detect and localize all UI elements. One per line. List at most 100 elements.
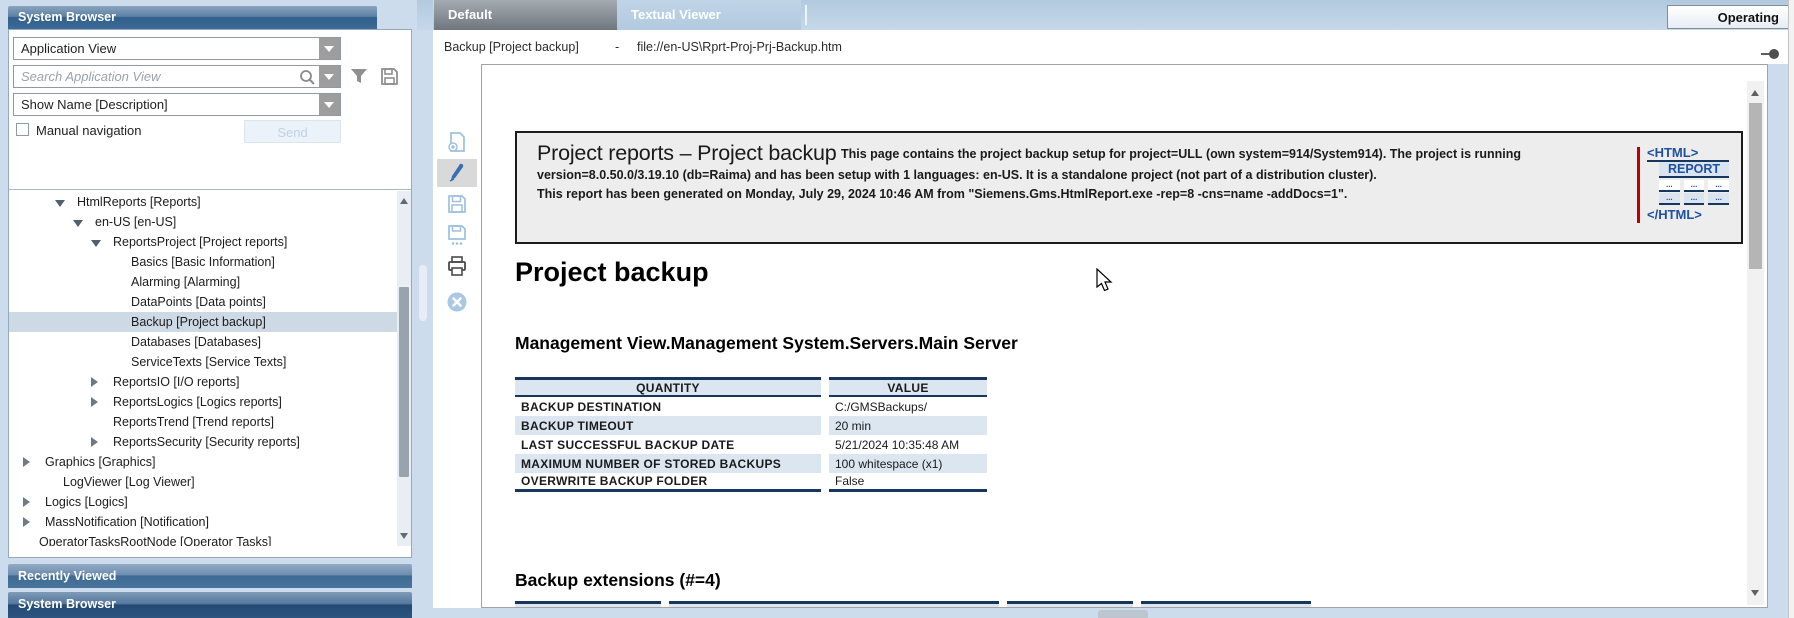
expand-arrow-icon[interactable] xyxy=(23,497,35,507)
scroll-down-icon[interactable] xyxy=(1751,590,1759,600)
tree-item[interactable]: ServiceTexts [Service Texts] xyxy=(9,352,397,372)
column-header: DESCRIPTION xyxy=(515,601,661,608)
breadcrumb-path[interactable]: file://en-US\Rprt-Proj-Prj-Backup.htm xyxy=(637,30,842,64)
close-icon[interactable] xyxy=(446,291,468,313)
tree-item[interactable]: Graphics [Graphics] xyxy=(9,452,397,472)
tree-item-label: HtmlReports [Reports] xyxy=(77,192,201,212)
tree-item[interactable]: DataPoints [Data points] xyxy=(9,292,397,312)
chevron-down-icon[interactable] xyxy=(319,38,340,59)
print-icon[interactable] xyxy=(446,255,468,277)
scroll-up-icon[interactable] xyxy=(1751,86,1759,96)
manual-navigation-label: Manual navigation xyxy=(36,123,142,138)
panel-splitter-handle[interactable] xyxy=(419,265,427,321)
logo-cell: ... xyxy=(1684,180,1705,192)
tree-item[interactable]: en-US [en-US] xyxy=(9,212,397,232)
tree-item-label: ReportsIO [I/O reports] xyxy=(113,372,239,392)
new-report-icon[interactable] xyxy=(446,131,468,153)
value-cell: C:/GMSBackups/ xyxy=(829,397,987,416)
tree-item[interactable]: Basics [Basic Information] xyxy=(9,252,397,272)
save-filter-icon[interactable] xyxy=(378,65,400,88)
quantity-cell: BACKUP DESTINATION xyxy=(515,397,821,416)
tree-item-label: Alarming [Alarming] xyxy=(131,272,240,292)
recently-viewed-bar[interactable]: Recently Viewed xyxy=(8,564,412,588)
scroll-up-icon[interactable] xyxy=(400,194,408,204)
table-row: BACKUP DESTINATION C:/GMSBackups/ xyxy=(515,397,987,416)
value-cell: 5/21/2024 10:35:48 AM xyxy=(829,435,987,454)
tab-textual-viewer[interactable]: Textual Viewer xyxy=(617,0,801,30)
expand-arrow-icon[interactable] xyxy=(91,377,103,387)
save-as-icon[interactable] xyxy=(446,224,468,246)
report-title: Project backup xyxy=(515,257,709,288)
collapse-arrow-icon[interactable] xyxy=(73,220,83,232)
search-input[interactable] xyxy=(14,66,294,87)
display-mode-dropdown[interactable]: Show Name [Description] xyxy=(13,93,341,116)
pin-icon[interactable] xyxy=(1761,49,1781,59)
report-vertical-scrollbar[interactable] xyxy=(1747,81,1764,605)
operating-mode-button[interactable]: Operating xyxy=(1667,5,1790,29)
mouse-cursor xyxy=(1096,268,1114,294)
tree-item-label: MassNotification [Notification] xyxy=(45,512,209,532)
manual-navigation-checkbox[interactable] xyxy=(16,123,29,136)
tree-item-label: Backup [Project backup] xyxy=(131,312,266,332)
report-section-server: Management View.Management System.Server… xyxy=(515,333,1018,354)
send-button[interactable]: Send xyxy=(244,120,341,143)
tree-item[interactable]: MassNotification [Notification] xyxy=(9,512,397,532)
collapse-arrow-icon[interactable] xyxy=(55,200,65,212)
report-section-extensions: Backup extensions (#=4) xyxy=(515,570,721,591)
tree-item[interactable]: ReportsSecurity [Security reports] xyxy=(9,432,397,452)
search-icon[interactable] xyxy=(299,69,316,91)
report-header-box: Project reports – Project backup This pa… xyxy=(515,131,1743,244)
logo-red-bar xyxy=(1637,147,1640,223)
tab-default[interactable]: Default xyxy=(433,0,617,30)
filter-icon[interactable] xyxy=(348,65,370,88)
column-header: QUANTITY xyxy=(515,377,821,397)
edit-icon[interactable] xyxy=(446,162,468,184)
tree-item[interactable]: ReportsProject [Project reports] xyxy=(9,232,397,252)
tree-item[interactable]: ReportsIO [I/O reports] xyxy=(9,372,397,392)
expand-arrow-icon[interactable] xyxy=(91,397,103,407)
tree-item-label: Graphics [Graphics] xyxy=(45,452,155,472)
backup-extensions-table: DESCRIPTIONPATHWHITE LIST ONLYWHITE LIST xyxy=(507,601,1319,608)
tree-item[interactable]: Databases [Databases] xyxy=(9,332,397,352)
tree-item-label: Logics [Logics] xyxy=(45,492,128,512)
logo-cell: ... xyxy=(1708,193,1729,205)
tree-item[interactable]: HtmlReports [Reports] xyxy=(9,192,397,212)
tab-bar: Default Textual Viewer Operating xyxy=(417,0,1794,30)
expand-arrow-icon[interactable] xyxy=(91,437,103,447)
expand-arrow-icon[interactable] xyxy=(23,517,35,527)
logo-cell: ... xyxy=(1708,180,1729,192)
report-header-title: Project reports – Project backup xyxy=(537,141,837,165)
collapse-arrow-icon[interactable] xyxy=(91,240,101,252)
scrollbar-thumb[interactable] xyxy=(399,287,409,477)
view-selector-dropdown[interactable]: Application View xyxy=(13,37,341,60)
bottom-splitter-handle[interactable] xyxy=(1098,610,1148,618)
column-header: PATH xyxy=(669,601,999,608)
tree-item[interactable]: Logics [Logics] xyxy=(9,492,397,512)
html-report-logo: <HTML> REPORT .................. </HTML> xyxy=(1637,145,1733,231)
tree-item[interactable]: ReportsTrend [Trend reports] xyxy=(9,412,397,432)
logo-html-open: <HTML> xyxy=(1647,145,1729,162)
navigation-tree: HtmlReports [Reports]en-US [en-US]Report… xyxy=(9,189,411,546)
quantity-cell: OVERWRITE BACKUP FOLDER xyxy=(515,473,821,492)
logo-cell: ... xyxy=(1659,180,1680,192)
tree-item[interactable]: OperatorTasksRootNode [Operator Tasks] xyxy=(9,532,397,546)
chevron-down-icon[interactable] xyxy=(319,94,340,115)
system-browser-bar[interactable]: System Browser xyxy=(8,592,412,618)
system-browser-header[interactable]: System Browser xyxy=(8,6,377,29)
breadcrumb: Backup [Project backup] - file://en-US\R… xyxy=(433,30,1788,64)
expand-arrow-icon[interactable] xyxy=(23,457,35,467)
save-icon[interactable] xyxy=(446,193,468,215)
logo-cell: ... xyxy=(1684,193,1705,205)
scrollbar-thumb[interactable] xyxy=(1749,103,1762,269)
breadcrumb-separator: - xyxy=(615,30,619,64)
tree-vertical-scrollbar[interactable] xyxy=(397,191,411,546)
tree-item[interactable]: Alarming [Alarming] xyxy=(9,272,397,292)
tree-item-label: ReportsTrend [Trend reports] xyxy=(113,412,274,432)
tree-item[interactable]: LogViewer [Log Viewer] xyxy=(9,472,397,492)
value-cell: 100 whitespace (x1) xyxy=(829,454,987,473)
scroll-down-icon[interactable] xyxy=(400,533,408,543)
tree-item[interactable]: ReportsLogics [Logics reports] xyxy=(9,392,397,412)
tree-item[interactable]: Backup [Project backup] xyxy=(9,312,397,332)
search-options-chevron-icon[interactable] xyxy=(319,66,340,87)
table-row: OVERWRITE BACKUP FOLDERFalse xyxy=(515,473,987,492)
